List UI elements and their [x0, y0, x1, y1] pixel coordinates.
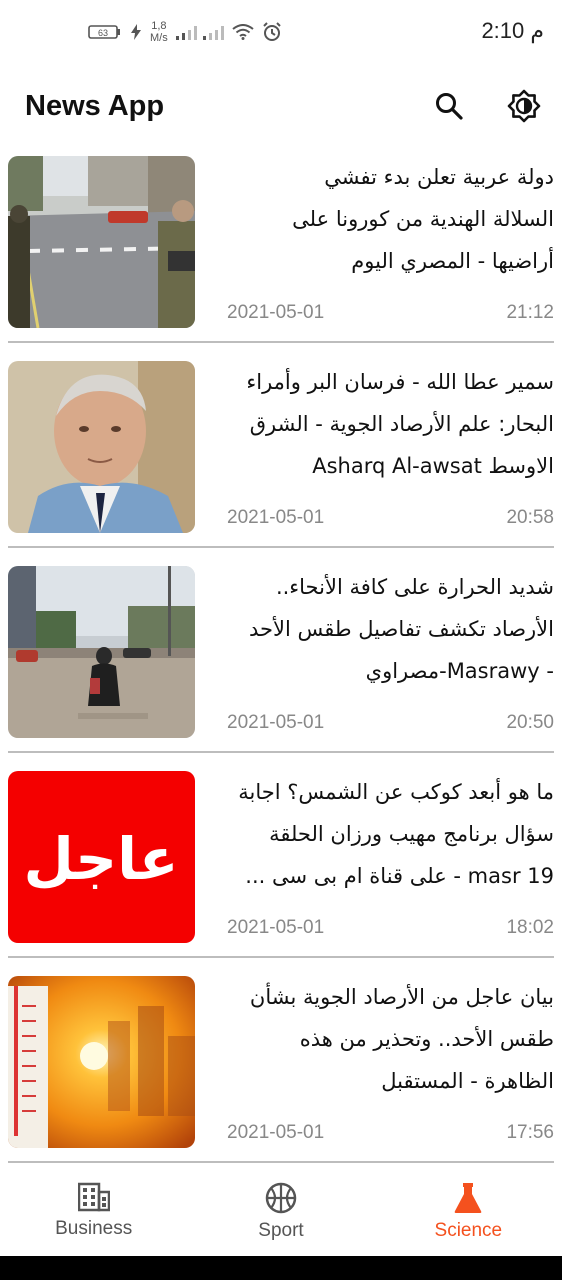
article-title-line: سؤال برنامج مهيب ورزان الحلقة	[269, 822, 554, 846]
article-image[interactable]	[8, 156, 195, 328]
search-icon	[436, 93, 463, 120]
article-time: 21:12	[506, 302, 554, 323]
svg-text:63: 63	[98, 28, 108, 38]
signal-icon	[175, 26, 224, 40]
nav-business[interactable]: Business	[0, 1168, 187, 1252]
article-date: 2021-05-01	[227, 917, 325, 938]
article-title-line: دولة عربية تعلن بدء تفشي	[324, 165, 554, 189]
article-title[interactable]: دولة عربية تعلن بدء تفشي السلالة الهندية…	[212, 156, 554, 284]
system-navigation-bar	[0, 1256, 562, 1280]
breaking-news-text: عاجل	[24, 825, 179, 893]
clock: 2:10 م	[481, 18, 544, 43]
article-title[interactable]: سمير عطا الله - فرسان البر وأمراء البحار…	[212, 361, 554, 489]
basketball-icon	[265, 1182, 297, 1214]
status-icons: 63 1,8 M/s	[88, 16, 282, 48]
street-woman-photo	[8, 566, 195, 738]
charging-icon	[131, 24, 141, 40]
article-title-line: الاوسط Asharq Al-awsat	[312, 454, 554, 478]
breaking-news-banner: عاجل	[8, 771, 195, 943]
divider	[8, 341, 554, 343]
article-title-line: بيان عاجل من الأرصاد الجوية بشأن	[249, 985, 554, 1009]
article-title-line: طقس الأحد.. وتحذير من هذه	[299, 1027, 554, 1051]
article-title-line: الظاهرة - المستقبل	[381, 1069, 554, 1093]
nav-science[interactable]: Science	[375, 1168, 562, 1252]
article-title-line: شديد الحرارة على كافة الأنحاء..	[275, 575, 554, 599]
article-time: 17:56	[506, 1122, 554, 1143]
news-item[interactable]: بيان عاجل من الأرصاد الجوية بشأن طقس الأ…	[0, 970, 562, 1175]
article-image[interactable]	[8, 361, 195, 533]
theme-toggle-button[interactable]	[506, 88, 542, 124]
article-title[interactable]: ما هو أبعد كوكب عن الشمس؟ اجابة سؤال برن…	[212, 771, 554, 899]
flask-icon	[454, 1183, 482, 1213]
article-title[interactable]: بيان عاجل من الأرصاد الجوية بشأن طقس الأ…	[212, 976, 554, 1104]
wifi-icon	[232, 24, 254, 40]
news-item[interactable]: شديد الحرارة على كافة الأنحاء.. الأرصاد …	[0, 560, 562, 765]
news-item[interactable]: سمير عطا الله - فرسان البر وأمراء البحار…	[0, 355, 562, 560]
article-title[interactable]: شديد الحرارة على كافة الأنحاء.. الأرصاد …	[212, 566, 554, 694]
article-title-line: البحار: علم الأرصاد الجوية - الشرق	[249, 412, 554, 436]
alarm-icon	[263, 22, 281, 41]
article-date: 2021-05-01	[227, 507, 325, 528]
thermometer-sun-photo	[8, 976, 195, 1148]
app-bar: News App	[0, 64, 562, 150]
article-image[interactable]	[8, 976, 195, 1148]
article-title-line: الأرصاد تكشف تفاصيل طقس الأحد	[248, 617, 554, 641]
search-button[interactable]	[431, 88, 467, 124]
divider	[8, 1161, 554, 1163]
article-title-line: - Masrawy-مصراوي	[365, 659, 554, 683]
network-speed-unit: M/s	[150, 32, 168, 44]
nav-sport[interactable]: Sport	[187, 1168, 374, 1252]
man-portrait-photo	[8, 361, 195, 533]
article-image[interactable]: عاجل	[8, 771, 195, 943]
divider	[8, 956, 554, 958]
nav-science-label: Science	[434, 1220, 503, 1241]
divider	[8, 751, 554, 753]
battery-icon: 63	[88, 25, 120, 39]
news-list: دولة عربية تعلن بدء تفشي السلالة الهندية…	[0, 150, 562, 1175]
network-speed-value: 1,8	[151, 20, 167, 32]
article-time: 18:02	[506, 917, 554, 938]
nav-business-label: Business	[55, 1218, 133, 1239]
soldiers-street-photo	[8, 156, 195, 328]
divider	[8, 546, 554, 548]
article-time: 20:58	[506, 507, 554, 528]
article-date: 2021-05-01	[227, 712, 325, 733]
news-item[interactable]: دولة عربية تعلن بدء تفشي السلالة الهندية…	[0, 150, 562, 355]
bottom-navigation: Business Sport Science	[0, 1168, 562, 1252]
article-title-line: السلالة الهندية من كورونا على	[292, 207, 554, 231]
brightness-icon	[507, 89, 541, 123]
app-title: News App	[25, 90, 165, 122]
article-title-line: 19 masr - على قناة ام بى سى ...	[245, 864, 554, 888]
article-date: 2021-05-01	[227, 1122, 325, 1143]
article-title-line: سمير عطا الله - فرسان البر وأمراء	[246, 370, 554, 394]
network-speed: 1,8 M/s	[150, 20, 168, 44]
article-title-line: أراضيها - المصري اليوم	[351, 249, 554, 273]
article-title-line: ما هو أبعد كوكب عن الشمس؟ اجابة	[238, 780, 554, 804]
article-date: 2021-05-01	[227, 302, 325, 323]
status-bar: 63 1,8 M/s 2:10 م	[0, 0, 562, 64]
article-time: 20:50	[506, 712, 554, 733]
nav-sport-label: Sport	[258, 1220, 304, 1241]
news-item[interactable]: عاجل ما هو أبعد كوكب عن الشمس؟ اجابة سؤا…	[0, 765, 562, 970]
article-image[interactable]	[8, 566, 195, 738]
building-icon	[77, 1182, 110, 1212]
